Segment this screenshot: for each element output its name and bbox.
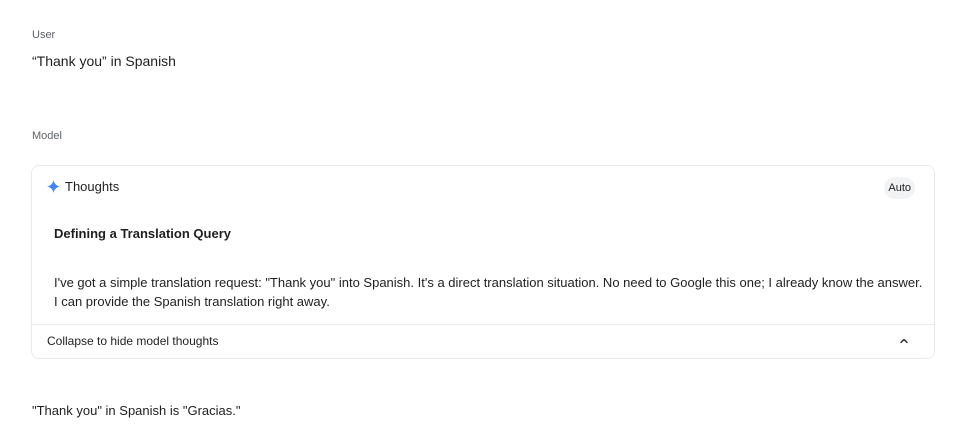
chevron-up-icon: [900, 338, 908, 344]
model-role-label: Model: [32, 130, 62, 142]
thoughts-header: Thoughts: [47, 179, 119, 194]
model-answer: "Thank you" in Spanish is "Gracias.": [32, 403, 241, 418]
collapse-thoughts-button[interactable]: Collapse to hide model thoughts: [32, 324, 934, 358]
thoughts-title: Thoughts: [65, 179, 120, 194]
thought-heading: Defining a Translation Query: [54, 226, 231, 241]
collapse-thoughts-label: Collapse to hide model thoughts: [47, 334, 219, 348]
thinking-mode-badge[interactable]: Auto: [884, 177, 915, 199]
thought-body: I've got a simple translation request: "…: [54, 275, 923, 309]
sparkle-icon: [47, 180, 60, 193]
thoughts-panel: Thoughts Auto Defining a Translation Que…: [31, 165, 935, 359]
user-role-label: User: [32, 29, 56, 41]
user-message: “Thank you” in Spanish: [32, 53, 176, 69]
